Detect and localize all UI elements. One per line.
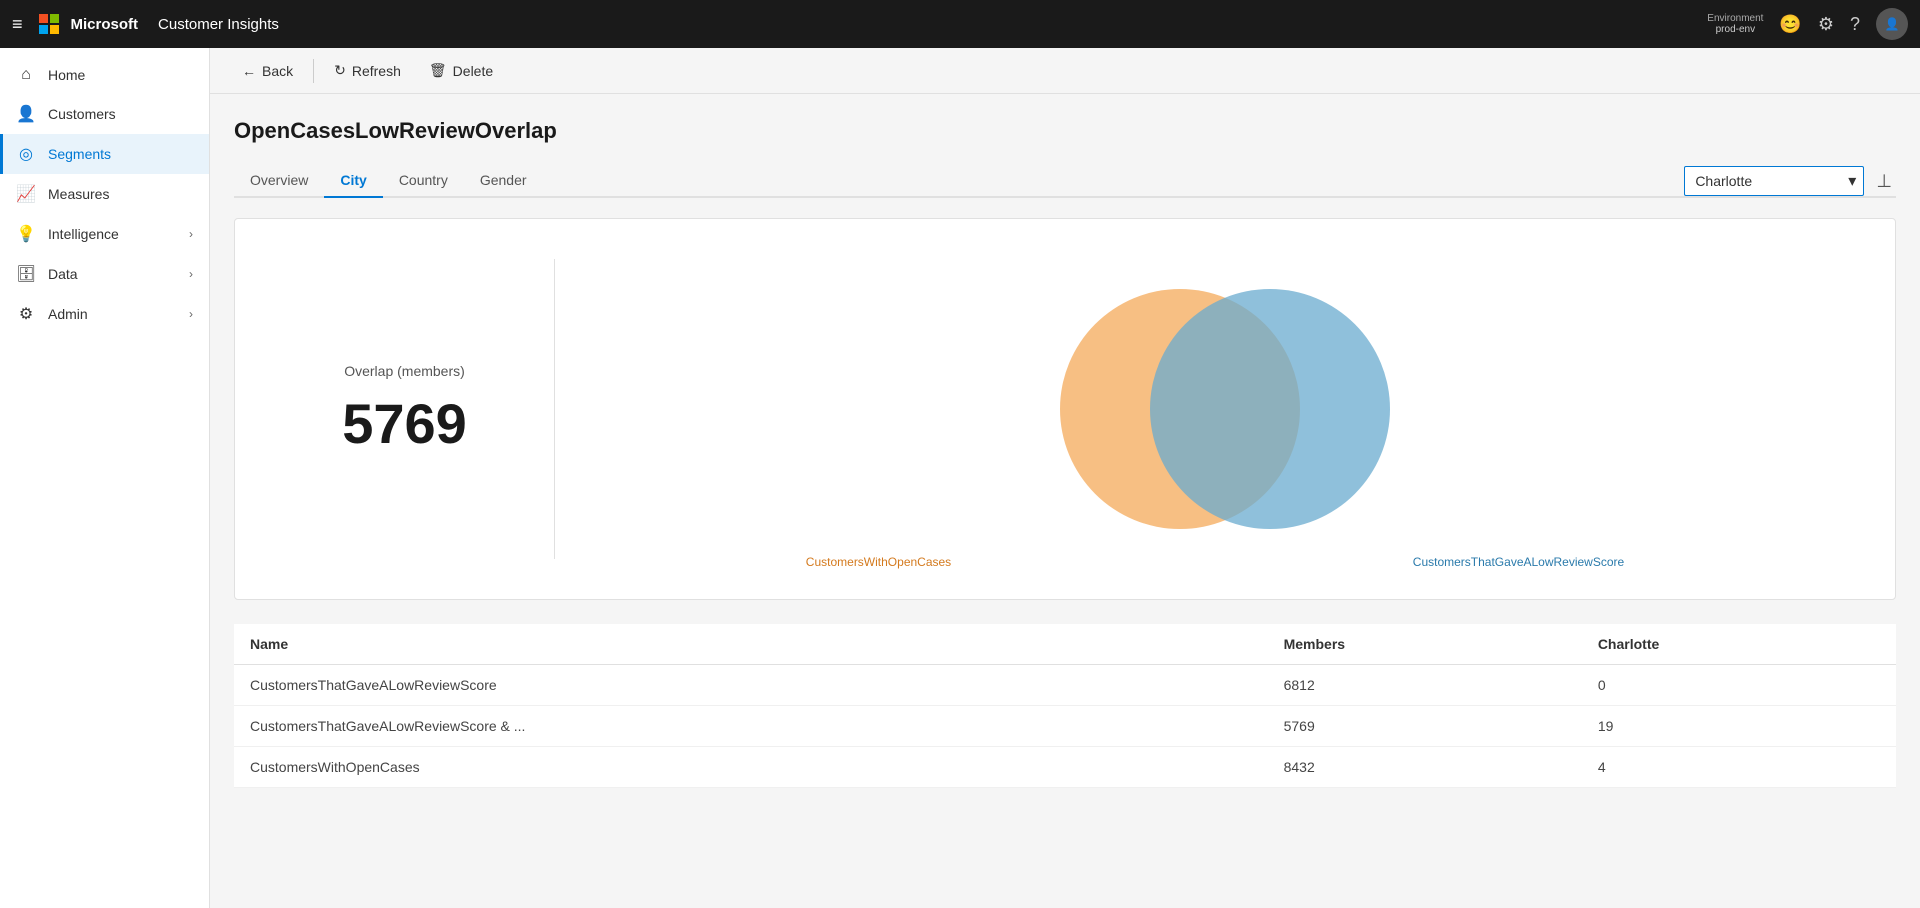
sidebar-label-intelligence: Intelligence bbox=[48, 226, 177, 242]
overlap-label: Overlap (members) bbox=[344, 363, 465, 379]
sidebar-label-measures: Measures bbox=[48, 186, 193, 202]
table-body: CustomersThatGaveALowReviewScore 6812 0 … bbox=[234, 665, 1896, 788]
refresh-label: Refresh bbox=[352, 63, 401, 79]
home-icon: ⌂ bbox=[16, 66, 36, 84]
measures-icon: 📈 bbox=[16, 184, 36, 204]
page-content: OpenCasesLowReviewOverlap Overview City … bbox=[210, 94, 1920, 908]
col-members: Members bbox=[1268, 624, 1582, 665]
row3-members: 8432 bbox=[1268, 747, 1582, 788]
settings-icon[interactable]: ⚙ bbox=[1818, 14, 1834, 35]
col-name: Name bbox=[234, 624, 1268, 665]
circle2-label: CustomersThatGaveALowReviewScore bbox=[1413, 555, 1624, 569]
tab-country[interactable]: Country bbox=[383, 164, 464, 198]
row3-name: CustomersWithOpenCases bbox=[234, 747, 1268, 788]
table-header: Name Members Charlotte bbox=[234, 624, 1896, 665]
venn-stat-panel: Overlap (members) 5769 bbox=[255, 259, 555, 559]
tabs-bar: Overview City Country Gender bbox=[234, 164, 543, 196]
sidebar-label-home: Home bbox=[48, 67, 193, 83]
data-icon: 🗄 bbox=[16, 264, 36, 284]
top-nav: ≡ Microsoft Customer Insights Environmen… bbox=[0, 0, 1920, 48]
sidebar-label-data: Data bbox=[48, 266, 177, 282]
overlap-value: 5769 bbox=[342, 391, 467, 456]
logo-yellow bbox=[50, 25, 59, 34]
circle1-label: CustomersWithOpenCases bbox=[806, 555, 951, 569]
refresh-button[interactable]: ↻ Refresh bbox=[322, 56, 413, 85]
sidebar-item-segments[interactable]: ◎ Segments bbox=[0, 134, 209, 174]
app-title: Customer Insights bbox=[158, 16, 279, 33]
delete-button[interactable]: 🗑 Delete bbox=[417, 56, 505, 85]
venn-svg: CustomersWithOpenCases CustomersThatGave… bbox=[1005, 259, 1425, 559]
sidebar: ⌂ Home 👤 Customers ◎ Segments 📈 Measures… bbox=[0, 48, 210, 908]
filter-select-wrap: Charlotte New York Los Angeles Chicago bbox=[1684, 166, 1864, 196]
hamburger-menu[interactable]: ≡ bbox=[12, 14, 23, 35]
sidebar-item-customers[interactable]: 👤 Customers bbox=[0, 94, 209, 134]
help-icon[interactable]: ? bbox=[1850, 14, 1860, 35]
filter-row: Charlotte New York Los Angeles Chicago ⊥ bbox=[1684, 166, 1896, 196]
row3-charlotte: 4 bbox=[1582, 747, 1896, 788]
tab-overview[interactable]: Overview bbox=[234, 164, 324, 198]
row2-name: CustomersThatGaveALowReviewScore & ... bbox=[234, 706, 1268, 747]
main-layout: ⌂ Home 👤 Customers ◎ Segments 📈 Measures… bbox=[0, 48, 1920, 908]
segments-icon: ◎ bbox=[16, 144, 36, 164]
content-area: ← Back ↻ Refresh 🗑 Delete OpenCasesLowRe… bbox=[210, 48, 1920, 908]
env-value: prod-env bbox=[1716, 24, 1755, 35]
env-label: Environment bbox=[1707, 13, 1763, 24]
admin-icon: ⚙ bbox=[16, 304, 36, 324]
ms-logo bbox=[39, 14, 59, 34]
sidebar-item-home[interactable]: ⌂ Home bbox=[0, 56, 209, 94]
city-filter-select[interactable]: Charlotte New York Los Angeles Chicago bbox=[1684, 166, 1864, 196]
toolbar-divider bbox=[313, 59, 314, 83]
table-row: CustomersWithOpenCases 8432 4 bbox=[234, 747, 1896, 788]
brand-name: Microsoft bbox=[71, 16, 139, 33]
back-button[interactable]: ← Back bbox=[230, 57, 305, 85]
toolbar: ← Back ↻ Refresh 🗑 Delete bbox=[210, 48, 1920, 94]
back-label: Back bbox=[262, 63, 293, 79]
data-chevron-icon: › bbox=[189, 267, 193, 281]
sidebar-label-customers: Customers bbox=[48, 106, 193, 122]
row2-charlotte: 19 bbox=[1582, 706, 1896, 747]
back-arrow-icon: ← bbox=[242, 63, 256, 79]
sidebar-item-admin[interactable]: ⚙ Admin › bbox=[0, 294, 209, 334]
sidebar-item-data[interactable]: 🗄 Data › bbox=[0, 254, 209, 294]
venn-diagram-area: CustomersWithOpenCases CustomersThatGave… bbox=[555, 239, 1875, 579]
logo-green bbox=[50, 14, 59, 23]
sidebar-label-admin: Admin bbox=[48, 306, 177, 322]
row1-members: 6812 bbox=[1268, 665, 1582, 706]
table-row: CustomersThatGaveALowReviewScore & ... 5… bbox=[234, 706, 1896, 747]
delete-icon: 🗑 bbox=[429, 62, 447, 79]
tab-city[interactable]: City bbox=[324, 164, 382, 198]
intelligence-icon: 💡 bbox=[16, 224, 36, 244]
active-bar bbox=[0, 134, 3, 174]
page-title: OpenCasesLowReviewOverlap bbox=[234, 118, 1896, 144]
row1-charlotte: 0 bbox=[1582, 665, 1896, 706]
customers-icon: 👤 bbox=[16, 104, 36, 124]
sidebar-item-intelligence[interactable]: 💡 Intelligence › bbox=[0, 214, 209, 254]
row1-name: CustomersThatGaveALowReviewScore bbox=[234, 665, 1268, 706]
user-avatar[interactable]: 👤 bbox=[1876, 8, 1908, 40]
data-table: Name Members Charlotte CustomersThatGave… bbox=[234, 624, 1896, 788]
refresh-icon: ↻ bbox=[334, 62, 346, 79]
filter-icon-button[interactable]: ⊥ bbox=[1872, 167, 1896, 196]
nav-right: Environment prod-env 😊 ⚙ ? 👤 bbox=[1707, 8, 1908, 40]
sidebar-item-measures[interactable]: 📈 Measures bbox=[0, 174, 209, 214]
sidebar-label-segments: Segments bbox=[48, 146, 193, 162]
row2-members: 5769 bbox=[1268, 706, 1582, 747]
venn-card: Overlap (members) 5769 CustomersWithOpen… bbox=[234, 218, 1896, 600]
account-icon[interactable]: 😊 bbox=[1779, 14, 1801, 35]
filter-funnel-icon: ⊥ bbox=[1876, 171, 1892, 191]
col-charlotte: Charlotte bbox=[1582, 624, 1896, 665]
tab-gender[interactable]: Gender bbox=[464, 164, 543, 198]
header-row: Name Members Charlotte bbox=[234, 624, 1896, 665]
intelligence-chevron-icon: › bbox=[189, 227, 193, 241]
environment-info: Environment prod-env bbox=[1707, 13, 1763, 35]
table-row: CustomersThatGaveALowReviewScore 6812 0 bbox=[234, 665, 1896, 706]
logo-blue bbox=[39, 25, 48, 34]
delete-label: Delete bbox=[453, 63, 493, 79]
logo-red bbox=[39, 14, 48, 23]
admin-chevron-icon: › bbox=[189, 307, 193, 321]
